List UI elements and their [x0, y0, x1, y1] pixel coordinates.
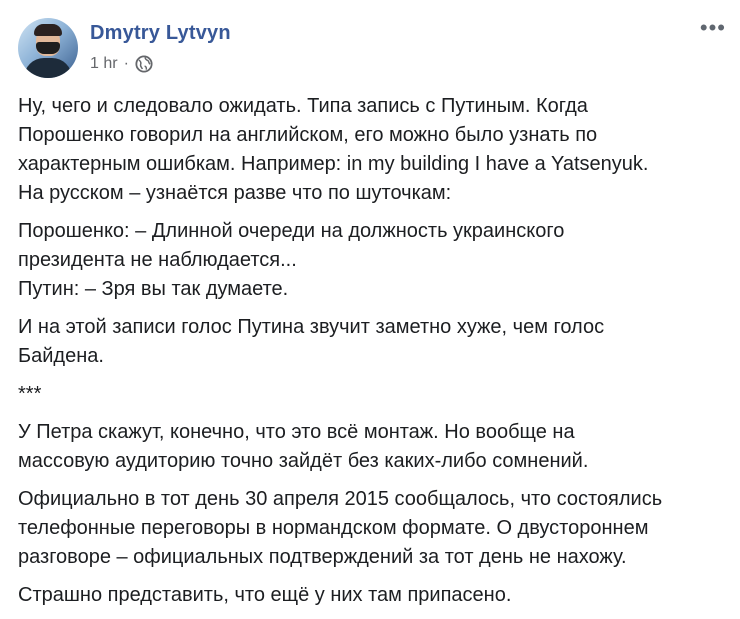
post-paragraph: И на этой записи голос Путина звучит зам…: [18, 316, 605, 367]
facebook-post: Dmytry Lytvyn 1 hr · ••• Ну, чего и след…: [0, 0, 740, 606]
globe-icon[interactable]: [135, 55, 153, 73]
post-subline: 1 hr ·: [90, 55, 231, 73]
avatar[interactable]: [18, 18, 78, 78]
separator: ·: [123, 55, 129, 72]
author-name[interactable]: Dmytry Lytvyn: [90, 22, 231, 45]
post-header: Dmytry Lytvyn 1 hr ·: [18, 18, 231, 78]
post-paragraph: Официально в тот день 30 апреля 2015 соо…: [18, 488, 663, 568]
post-paragraph: Ну, чего и следовало ожидать. Типа запис…: [18, 95, 649, 204]
more-options-icon[interactable]: •••: [700, 17, 726, 39]
post-paragraph: Страшно представить, что ещё у них там п…: [18, 584, 512, 606]
post-body: Ну, чего и следовало ожидать. Типа запис…: [18, 92, 728, 619]
post-paragraph: ***: [18, 383, 42, 405]
post-paragraph: У Петра скажут, конечно, что это всё мон…: [18, 421, 589, 472]
post-paragraph: Порошенко: – Длинной очереди на должност…: [18, 220, 565, 300]
post-meta: Dmytry Lytvyn 1 hr ·: [90, 18, 231, 73]
post-timestamp[interactable]: 1 hr: [90, 55, 118, 73]
